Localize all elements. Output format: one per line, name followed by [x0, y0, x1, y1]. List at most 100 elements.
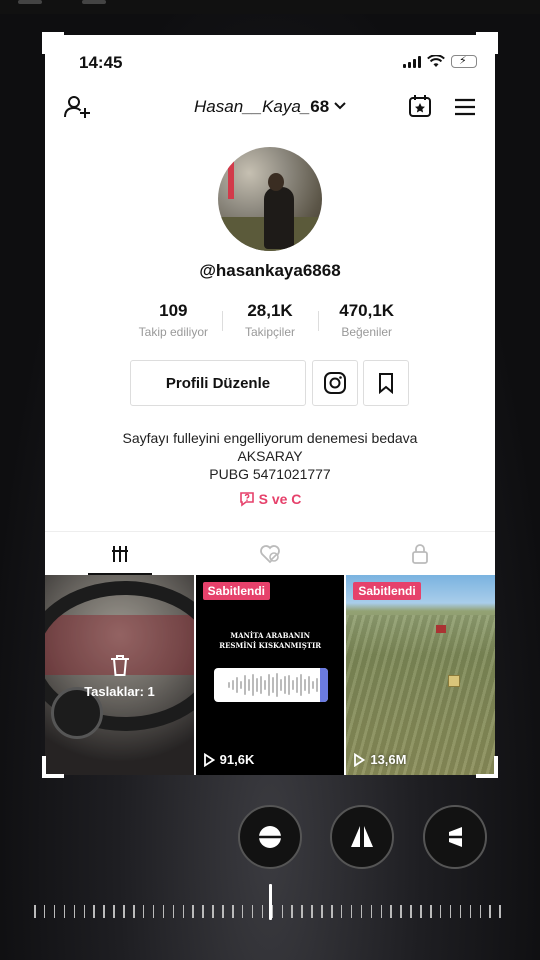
ruler-tick	[350, 905, 353, 918]
video-tile[interactable]: Sabitlendi 13,6M	[346, 575, 495, 775]
status-time: 14:45	[79, 53, 123, 72]
stat-likes[interactable]: 470,1K Beğeniler	[318, 301, 415, 345]
cellular-signal-icon	[403, 55, 421, 68]
drafts-overlay: Taslaklar: 1	[45, 575, 194, 775]
ruler-tick	[360, 905, 363, 918]
tab-videos[interactable]	[45, 532, 195, 575]
ruler-tick	[172, 905, 175, 918]
audio-waveform	[213, 668, 328, 702]
ruler-tick	[489, 905, 491, 918]
crop-handle-top-right[interactable]	[476, 32, 498, 54]
view-count-value: 13,6M	[370, 752, 407, 767]
ruler-tick	[133, 905, 135, 918]
ruler-tick	[192, 905, 194, 918]
ruler-tick	[301, 905, 303, 918]
pinned-badge: Sabitlendi	[202, 582, 271, 600]
qa-link[interactable]: S ve C	[45, 491, 495, 507]
ruler-tick	[162, 905, 165, 918]
bio-line: AKSARAY	[237, 448, 303, 464]
status-bar: 14:45 ⚡	[45, 35, 495, 91]
ruler-tick	[459, 905, 462, 918]
ruler-tick	[479, 905, 481, 918]
hamburger-menu-icon[interactable]	[453, 97, 477, 117]
ruler-tick	[142, 905, 145, 918]
video-tile[interactable]: Sabitlendi MANİTA ARABANIN RESMİNİ KISKA…	[195, 575, 345, 775]
profile-bio: Sayfayı fulleyini engelliyorum denemesi …	[45, 429, 495, 483]
flip-horizontal-button[interactable]	[330, 805, 394, 869]
profile-header: Hasan__Kaya_68	[45, 91, 495, 131]
editor-top-bar	[0, 0, 540, 14]
ruler-tick	[152, 905, 155, 918]
profile-handle: @hasankaya6868	[199, 261, 341, 280]
ruler-tick	[400, 905, 402, 918]
liked-heart-icon	[260, 544, 280, 563]
grid-icon	[112, 545, 128, 562]
battery-charging-icon: ⚡	[451, 55, 477, 68]
stat-following[interactable]: 109 Takip ediliyor	[125, 301, 222, 345]
ruler-tick	[182, 905, 184, 918]
ruler-tick	[222, 905, 224, 918]
ruler-tick	[281, 905, 283, 918]
instagram-button[interactable]	[312, 360, 358, 406]
crop-handle-top-left[interactable]	[42, 32, 64, 54]
view-count: 91,6K	[203, 752, 255, 767]
avatar[interactable]	[218, 147, 322, 251]
crop-handle-bottom-left[interactable]	[42, 756, 64, 778]
play-icon	[354, 752, 366, 767]
chevron-down-icon	[334, 102, 346, 110]
username-suffix: 68	[310, 97, 330, 116]
ruler-tick	[53, 905, 56, 918]
caption-line: MANİTA ARABANIN	[230, 631, 310, 640]
ruler-tick	[449, 905, 452, 918]
stat-value: 109	[159, 301, 188, 320]
question-chat-icon	[239, 492, 254, 507]
status-icons: ⚡	[403, 55, 477, 68]
crop-handle-bottom-right[interactable]	[476, 756, 498, 778]
ruler-tick	[410, 905, 412, 918]
ruler-tick	[271, 905, 274, 918]
rotation-ruler[interactable]	[34, 905, 510, 921]
ruler-tick	[420, 905, 422, 918]
ruler-tick	[380, 905, 382, 918]
stat-label: Beğeniler	[341, 325, 393, 339]
ruler-tick	[331, 905, 333, 918]
edit-profile-button[interactable]: Profili Düzenle	[130, 360, 306, 406]
ruler-tick	[439, 905, 442, 918]
ruler-tick	[291, 905, 293, 918]
pinned-badge: Sabitlendi	[353, 582, 421, 600]
ruler-tick	[83, 905, 85, 918]
stat-value: 470,1K	[339, 301, 395, 320]
ruler-tick	[34, 905, 36, 918]
view-count: 13,6M	[353, 752, 406, 767]
straighten-button[interactable]	[238, 805, 302, 869]
perspective-button[interactable]	[423, 805, 487, 869]
ruler-tick	[390, 905, 392, 918]
stat-value: 28,1K	[247, 301, 293, 320]
drafts-label: Taslaklar: 1	[84, 683, 155, 699]
ruler-tick	[241, 905, 244, 918]
stat-followers[interactable]: 28,1K Takipçiler	[221, 301, 319, 345]
tab-liked[interactable]	[195, 532, 345, 575]
instagram-icon	[324, 372, 346, 394]
lock-icon	[412, 543, 428, 564]
bookmarks-button[interactable]	[363, 360, 409, 406]
profile-stats: 109 Takip ediliyor 28,1K Takipçiler 470,…	[125, 301, 415, 345]
view-count-value: 91,6K	[219, 752, 255, 767]
tab-private[interactable]	[345, 532, 495, 575]
perspective-icon	[442, 827, 468, 847]
qa-link-label: S ve C	[258, 491, 302, 507]
username-text: Hasan__Kaya_	[194, 97, 311, 116]
cropped-screenshot: 14:45 ⚡ Hasan__Kaya_68 @hasankaya6868 10…	[45, 35, 495, 775]
ruler-tick	[340, 905, 343, 918]
bookmark-icon	[379, 373, 393, 394]
ruler-tick	[123, 905, 125, 918]
drafts-trash-icon	[110, 654, 129, 676]
flip-horizontal-icon	[351, 824, 373, 850]
ruler-tick	[43, 905, 46, 918]
caption-line: RESMİNİ KISKANMIŞTIR	[219, 641, 322, 650]
ruler-tick	[73, 905, 76, 918]
stat-label: Takip ediliyor	[138, 325, 209, 339]
calendar-star-icon[interactable]	[407, 93, 433, 119]
drafts-tile[interactable]: Taslaklar: 1	[45, 575, 194, 775]
ruler-tick	[113, 905, 115, 918]
